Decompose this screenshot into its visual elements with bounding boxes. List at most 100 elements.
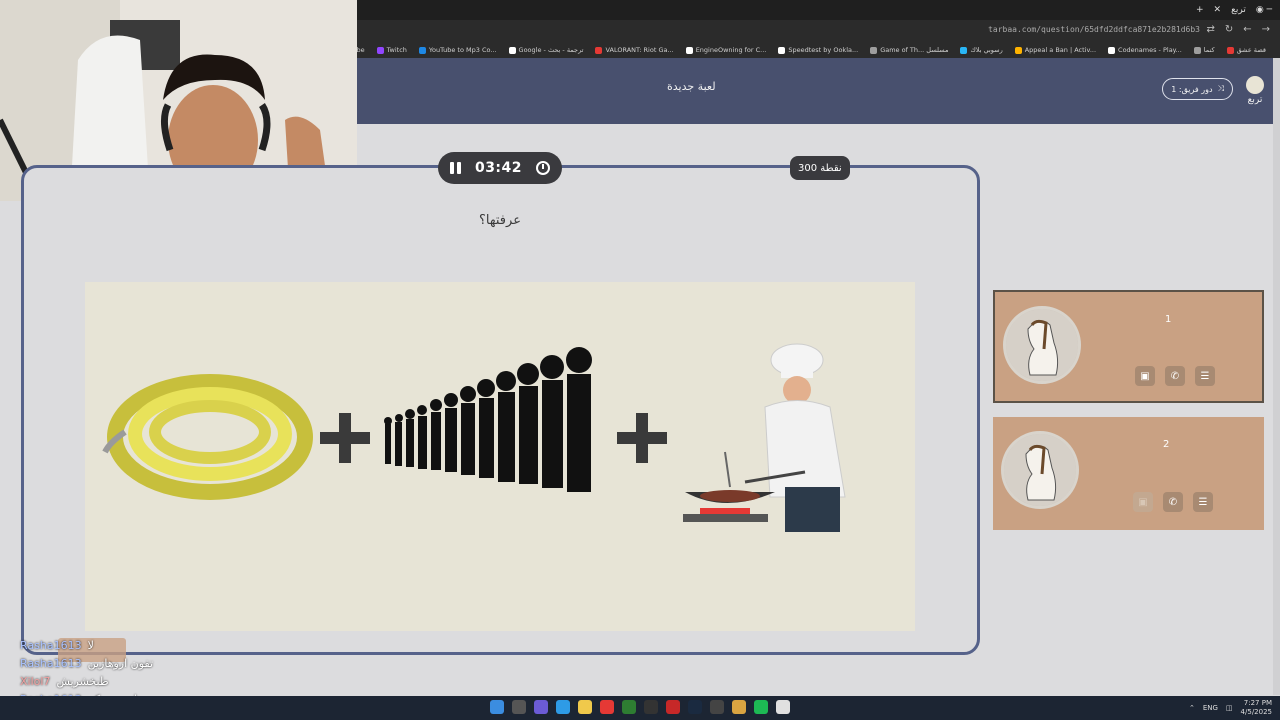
game-icon[interactable] <box>644 700 658 714</box>
bookmark-label: Codenames - Play... <box>1118 46 1182 54</box>
address-bar-row: tarbaa.com/question/65dfd2ddfca871e2b281… <box>357 20 1280 42</box>
chat-message: Rasha1613 تفون اروهازين <box>20 654 220 672</box>
back-icon[interactable]: ← <box>1243 24 1251 35</box>
camera-icon[interactable]: ▣ <box>1133 492 1153 512</box>
chat-text: طبخشريش <box>56 674 109 688</box>
youtube-icon[interactable] <box>600 700 614 714</box>
phone-icon[interactable]: ✆ <box>1165 366 1185 386</box>
bookmark-item[interactable]: Codenames - Play... <box>1108 46 1182 54</box>
bookmark-label: Twitch <box>386 46 407 54</box>
bookmark-item[interactable]: Speedtest by Ookla... <box>778 46 858 54</box>
horse-avatar <box>1003 306 1081 384</box>
bookmark-item[interactable]: Twitch <box>376 46 407 54</box>
tab-title[interactable]: تربع <box>1231 5 1246 15</box>
app-icon[interactable] <box>732 700 746 714</box>
puzzle-image <box>85 282 915 631</box>
discord-icon[interactable] <box>534 700 548 714</box>
tray-chevron-icon[interactable]: ⌃ <box>1189 704 1195 712</box>
chat-message: Rasha1613 لا <box>20 636 220 654</box>
turn-switch-button[interactable]: دور فريق: 1 ⤨ <box>1162 78 1233 100</box>
bookmark-item[interactable]: Appeal a Ban | Activ... <box>1014 46 1097 54</box>
bookmark-label: VALORANT: Riot Ga... <box>605 46 674 54</box>
plus-sign-1 <box>320 413 370 463</box>
clock-date: 4/5/2025 <box>1240 708 1272 716</box>
bookmark-favicon-icon <box>1014 46 1022 54</box>
phone-icon[interactable]: ✆ <box>1163 492 1183 512</box>
valorant-icon[interactable] <box>666 700 680 714</box>
bookmark-label: (63) YouTube <box>357 46 365 54</box>
clock[interactable]: 7:27 PM 4/5/2025 <box>1241 699 1272 717</box>
bookmark-favicon-icon <box>685 46 693 54</box>
horse-avatar <box>1001 431 1079 509</box>
extensions-icon[interactable]: ⇄ <box>1206 24 1214 35</box>
bookmark-item[interactable]: Game of Th... مسلسل <box>870 46 948 54</box>
close-tab-icon[interactable]: ✕ <box>1214 5 1222 15</box>
bookmark-favicon-icon <box>870 46 878 54</box>
bookmark-item[interactable]: Google - ترجمة - بحث <box>508 46 584 54</box>
start-icon[interactable] <box>490 700 504 714</box>
bookmark-item[interactable]: EngineOwning for C... <box>685 46 766 54</box>
forward-icon[interactable]: → <box>1262 24 1270 35</box>
bookmarks-bar: قصة عشق كنما Codenames - Play... Appeal a B… <box>357 42 1280 58</box>
task-view-icon[interactable] <box>512 700 526 714</box>
list-icon[interactable]: ☰ <box>1193 492 1213 512</box>
bookmark-item[interactable]: (63) YouTube <box>357 46 365 54</box>
browser-tab[interactable]: + ✕ تربع ◉ ─ <box>1196 2 1272 18</box>
bookmark-label: رسوبي بلاك <box>970 46 1003 54</box>
bookmark-item[interactable]: كنما <box>1193 46 1215 54</box>
bookmark-item[interactable]: YouTube to Mp3 Co... <box>418 46 497 54</box>
camera-icon[interactable]: ▣ <box>1135 366 1155 386</box>
scrollbar[interactable] <box>1273 58 1280 695</box>
folder-icon[interactable] <box>578 700 592 714</box>
address-bar[interactable]: tarbaa.com/question/65dfd2ddfca871e2b281… <box>988 25 1200 34</box>
bookmark-favicon-icon <box>595 46 603 54</box>
bookmark-item[interactable]: قصة عشق <box>1226 46 1266 54</box>
chef-picture <box>683 343 846 532</box>
reload-icon[interactable]: ↻ <box>1225 24 1233 35</box>
obs-icon[interactable] <box>710 700 724 714</box>
taskbar: ⌃ ENG ◫ 7:27 PM 4/5/2025 <box>0 696 1280 720</box>
page-title: لعبة جديدة <box>667 80 716 93</box>
language-indicator[interactable]: ENG <box>1203 704 1218 712</box>
team-card-1[interactable]: 1 ▣ ✆ ☰ <box>993 290 1264 403</box>
steam-icon[interactable] <box>688 700 702 714</box>
chat-username: Xilol7 <box>20 674 51 688</box>
edge-icon[interactable] <box>556 700 570 714</box>
bookmark-label: Google - ترجمة - بحث <box>518 46 584 54</box>
bookmark-favicon-icon <box>778 46 786 54</box>
clock-time: 7:27 PM <box>1243 699 1272 707</box>
logo[interactable]: تربع <box>1245 76 1265 106</box>
chat-text: لا <box>87 638 94 652</box>
team-number: 1 <box>1165 314 1172 325</box>
crowd-picture <box>384 347 592 492</box>
bookmark-favicon-icon <box>376 46 384 54</box>
logo-text: تربع <box>1247 95 1263 105</box>
spotify-icon[interactable] <box>754 700 768 714</box>
bookmark-label: Game of Th... مسلسل <box>880 46 949 54</box>
bookmark-label: Appeal a Ban | Activ... <box>1024 46 1097 54</box>
bookmark-favicon-icon <box>960 46 968 54</box>
stream-chat: Rasha1613 لا Rasha1613 تفون اروهازين Xilol7 ط… <box>20 636 220 706</box>
network-icon[interactable]: ◫ <box>1226 704 1233 712</box>
bookmark-label: كنما <box>1203 46 1215 54</box>
bookmark-item[interactable]: رسوبي بلاك <box>960 46 1003 54</box>
chat-text: تفون اروهازين <box>87 656 154 670</box>
window-controls-icon[interactable]: ◉ ─ <box>1256 5 1272 15</box>
bookmark-favicon-icon <box>1108 46 1116 54</box>
plus-sign-2 <box>617 413 667 463</box>
chat-username: Rasha1613 <box>20 638 82 652</box>
bookmark-item[interactable]: VALORANT: Riot Ga... <box>595 46 674 54</box>
chrome-icon[interactable] <box>776 700 790 714</box>
hose-picture <box>102 374 313 500</box>
logo-mark-icon <box>1246 76 1264 94</box>
team-card-2[interactable]: 2 ▣ ✆ ☰ <box>993 417 1264 530</box>
list-icon[interactable]: ☰ <box>1195 366 1215 386</box>
pause-icon[interactable] <box>450 162 461 174</box>
new-tab-icon[interactable]: + <box>1196 5 1204 15</box>
chat-message: Xilol7 طبخشريش <box>20 672 220 690</box>
bookmark-label: قصة عشق <box>1236 46 1266 54</box>
xbox-icon[interactable] <box>622 700 636 714</box>
reset-timer-icon[interactable] <box>535 161 550 175</box>
points-badge: 300 نقطة <box>790 156 850 180</box>
bookmark-label: Speedtest by Ookla... <box>788 46 859 54</box>
